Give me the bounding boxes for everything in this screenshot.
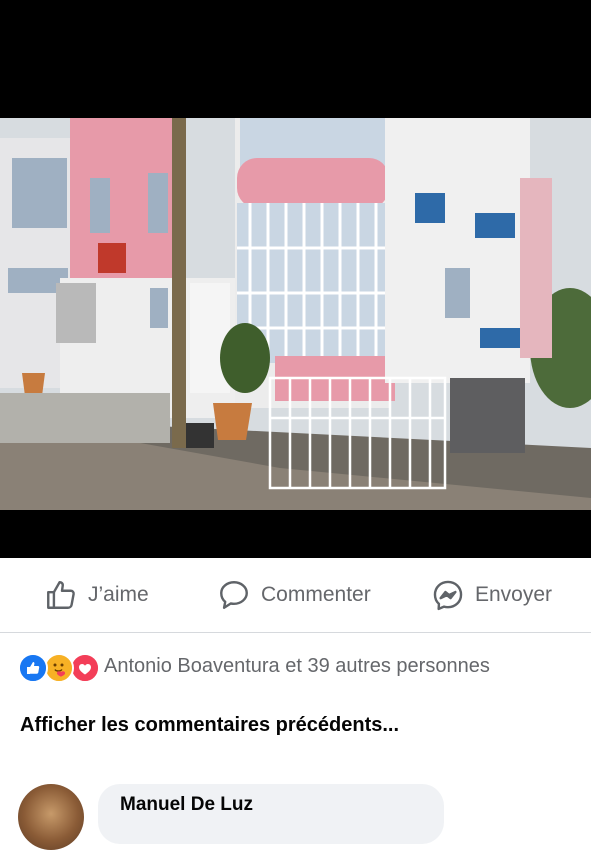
comment-bubble-icon [220, 581, 248, 609]
like-label: J’aime [88, 583, 149, 606]
send-button[interactable]: Envoyer [431, 578, 552, 612]
like-reaction-icon [18, 653, 48, 683]
love-reaction-icon [70, 653, 100, 683]
comment-bubble: Manuel De Luz [98, 784, 444, 844]
post-photo-container [0, 0, 591, 558]
actions-divider [0, 632, 591, 633]
building-photo[interactable] [0, 118, 591, 510]
reactions-summary[interactable]: Antonio Boaventura et 39 autres personne… [18, 651, 490, 683]
care-reaction-icon [44, 653, 74, 683]
send-label: Envoyer [475, 583, 553, 606]
reaction-icons [18, 651, 102, 683]
reactions-text[interactable]: Antonio Boaventura et 39 autres personne… [104, 655, 490, 678]
thumbs-up-icon [47, 581, 75, 609]
comment-label: Commenter [261, 583, 371, 606]
like-button[interactable]: J’aime [44, 578, 149, 612]
comment-button[interactable]: Commenter [217, 578, 371, 612]
comment-item: Manuel De Luz [18, 784, 591, 850]
post-actions-bar: J’aime Commenter Envoyer [0, 558, 591, 632]
comment-author-name[interactable]: Manuel De Luz [120, 794, 253, 816]
view-previous-comments-link[interactable]: Afficher les commentaires précédents... [20, 714, 399, 737]
avatar[interactable] [18, 784, 84, 850]
messenger-icon [433, 580, 463, 611]
